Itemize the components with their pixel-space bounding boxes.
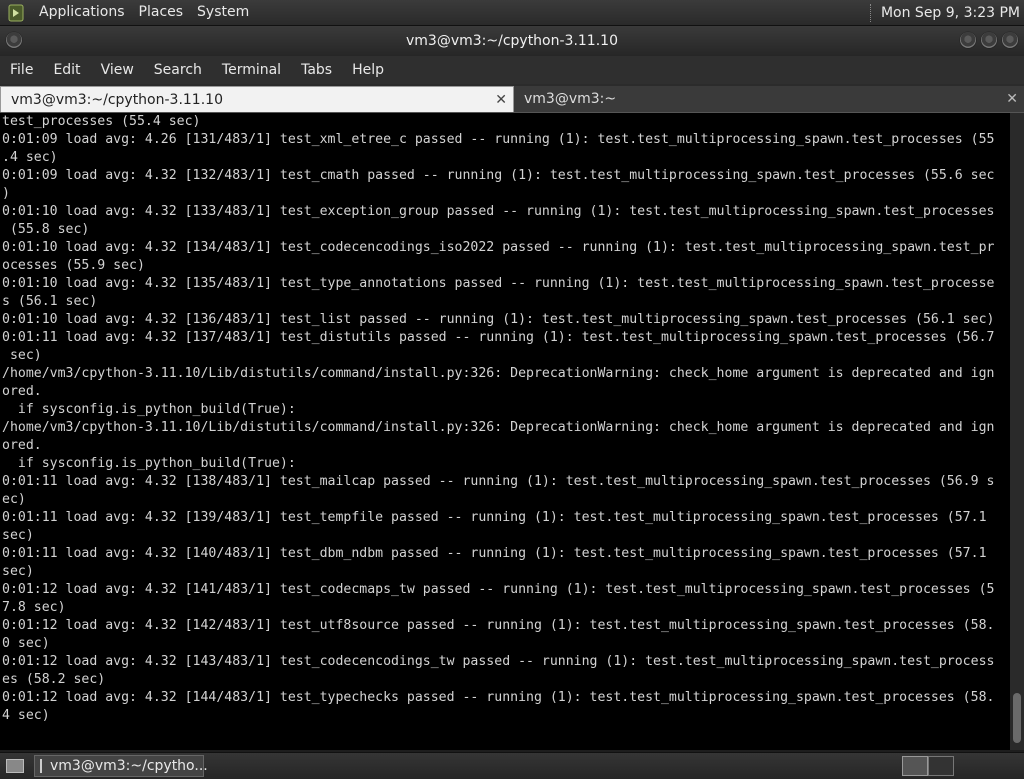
terminal-line: sec) (2, 564, 34, 579)
terminal-line: 0:01:11 load avg: 4.32 [138/483/1] test_… (2, 474, 995, 489)
bottom-panel: vm3@vm3:~/cpytho... (0, 752, 1024, 779)
terminal-line: 0:01:12 load avg: 4.32 [143/483/1] test_… (2, 654, 995, 669)
close-window-button[interactable] (1002, 32, 1018, 48)
terminal-scrollbar[interactable] (1010, 113, 1024, 750)
terminal-line: 4 sec) (2, 708, 50, 723)
tab-label: vm3@vm3:~/cpython-3.11.10 (11, 92, 223, 108)
window-menu-button[interactable] (6, 32, 22, 48)
terminal-line: es (58.2 sec) (2, 672, 106, 687)
terminal-line: ) (2, 186, 10, 201)
terminal-line: s (56.1 sec) (2, 294, 98, 309)
gnome-foot-icon[interactable] (6, 3, 26, 23)
terminal-line: test_processes (55.4 sec) (2, 114, 201, 129)
terminal-line: 0:01:11 load avg: 4.32 [137/483/1] test_… (2, 330, 995, 345)
terminal-line: 0:01:12 load avg: 4.32 [144/483/1] test_… (2, 690, 995, 705)
terminal-line: 7.8 sec) (2, 600, 66, 615)
terminal-line: 0:01:10 load avg: 4.32 [135/483/1] test_… (2, 276, 995, 291)
terminal-line: if sysconfig.is_python_build(True): (2, 402, 296, 417)
terminal-line: 0:01:12 load avg: 4.32 [142/483/1] test_… (2, 618, 995, 633)
places-menu[interactable]: Places (132, 0, 191, 25)
tab-label: vm3@vm3:~ (524, 91, 617, 107)
show-desktop-icon[interactable] (6, 759, 24, 773)
menu-help[interactable]: Help (342, 56, 394, 84)
terminal-line: 0 sec) (2, 636, 50, 651)
menu-terminal[interactable]: Terminal (212, 56, 291, 84)
menu-edit[interactable]: Edit (43, 56, 90, 84)
terminal-line: /home/vm3/cpython-3.11.10/Lib/distutils/… (2, 420, 995, 435)
terminal-line: /home/vm3/cpython-3.11.10/Lib/distutils/… (2, 366, 995, 381)
terminal-output[interactable]: test_processes (55.4 sec) 0:01:09 load av… (0, 113, 1010, 750)
close-icon[interactable]: ✕ (1006, 86, 1018, 112)
terminal-line: ec) (2, 492, 26, 507)
clock[interactable]: Mon Sep 9, 3:23 PM (881, 5, 1024, 21)
scrollbar-thumb[interactable] (1013, 693, 1021, 743)
menu-view[interactable]: View (91, 56, 144, 84)
maximize-button[interactable] (981, 32, 997, 48)
terminal-line: if sysconfig.is_python_build(True): (2, 456, 296, 471)
tab-bar: vm3@vm3:~/cpython-3.11.10 ✕ vm3@vm3:~ ✕ (0, 84, 1024, 113)
window-title: vm3@vm3:~/cpython-3.11.10 (406, 33, 618, 49)
terminal-line: .4 sec) (2, 150, 58, 165)
menu-search[interactable]: Search (144, 56, 212, 84)
terminal-line: ored. (2, 384, 42, 399)
taskbar-label: vm3@vm3:~/cpytho... (50, 758, 208, 774)
terminal-line: 0:01:09 load avg: 4.26 [131/483/1] test_… (2, 132, 995, 147)
workspace-2[interactable] (928, 756, 954, 776)
close-icon[interactable]: ✕ (495, 87, 507, 113)
terminal-line: ocesses (55.9 sec) (2, 258, 145, 273)
terminal-line: 0:01:11 load avg: 4.32 [140/483/1] test_… (2, 546, 987, 561)
terminal-line: 0:01:09 load avg: 4.32 [132/483/1] test_… (2, 168, 995, 183)
terminal-line: (55.8 sec) (2, 222, 90, 237)
terminal-icon (40, 759, 42, 773)
terminal-line: 0:01:10 load avg: 4.32 [136/483/1] test_… (2, 312, 995, 327)
tab-cpython[interactable]: vm3@vm3:~/cpython-3.11.10 ✕ (0, 86, 514, 112)
menu-tabs[interactable]: Tabs (291, 56, 342, 84)
minimize-button[interactable] (960, 32, 976, 48)
taskbar-terminal-button[interactable]: vm3@vm3:~/cpytho... (34, 755, 208, 777)
menu-file[interactable]: File (0, 56, 43, 84)
terminal-line: 0:01:11 load avg: 4.32 [139/483/1] test_… (2, 510, 987, 525)
applications-menu[interactable]: Applications (32, 0, 132, 25)
terminal-line: 0:01:12 load avg: 4.32 [141/483/1] test_… (2, 582, 995, 597)
terminal-line: ored. (2, 438, 42, 453)
workspace-1[interactable] (902, 756, 928, 776)
terminal-line: sec) (2, 348, 42, 363)
menubar: File Edit View Search Terminal Tabs Help (0, 56, 1024, 84)
tab-home[interactable]: vm3@vm3:~ ✕ (514, 86, 1024, 112)
window-titlebar[interactable]: vm3@vm3:~/cpython-3.11.10 (0, 26, 1024, 56)
terminal-line: sec) (2, 528, 34, 543)
panel-separator (869, 3, 873, 22)
terminal-line: 0:01:10 load avg: 4.32 [134/483/1] test_… (2, 240, 995, 255)
terminal-line: 0:01:10 load avg: 4.32 [133/483/1] test_… (2, 204, 995, 219)
top-panel: Applications Places System Mon Sep 9, 3:… (0, 0, 1024, 26)
system-menu[interactable]: System (190, 0, 256, 25)
